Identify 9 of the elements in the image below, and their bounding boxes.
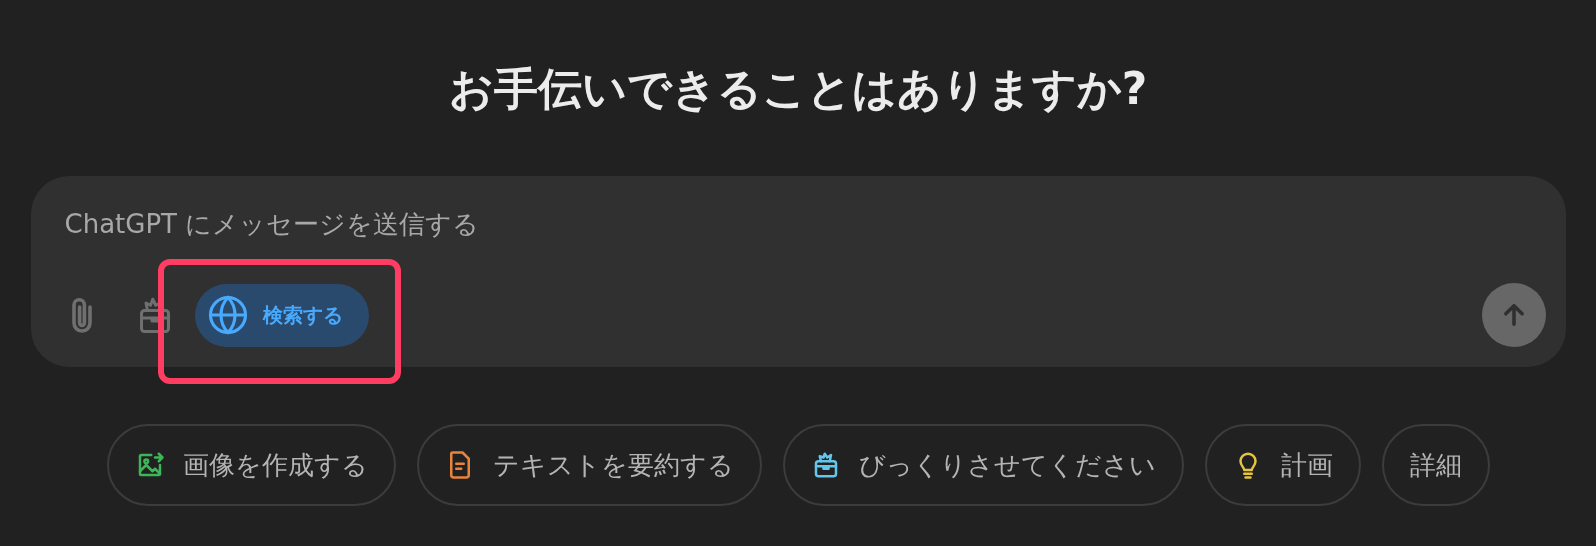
suggestion-chip[interactable]: びっくりさせてください [782, 424, 1184, 506]
suggestion-chip[interactable]: 計画 [1204, 424, 1361, 506]
suggestion-chip[interactable]: 詳細 [1381, 424, 1490, 506]
page-heading: お手伝いできることはありますか? [448, 62, 1148, 116]
suggestion-chip[interactable]: テキストを要約する [416, 424, 762, 506]
message-input[interactable]: ChatGPT にメッセージを送信する [64, 204, 765, 243]
search-toggle[interactable]: 検索する [194, 283, 369, 347]
globe-icon [206, 294, 249, 336]
suggestion-chip[interactable]: 画像を作成する [106, 424, 396, 506]
